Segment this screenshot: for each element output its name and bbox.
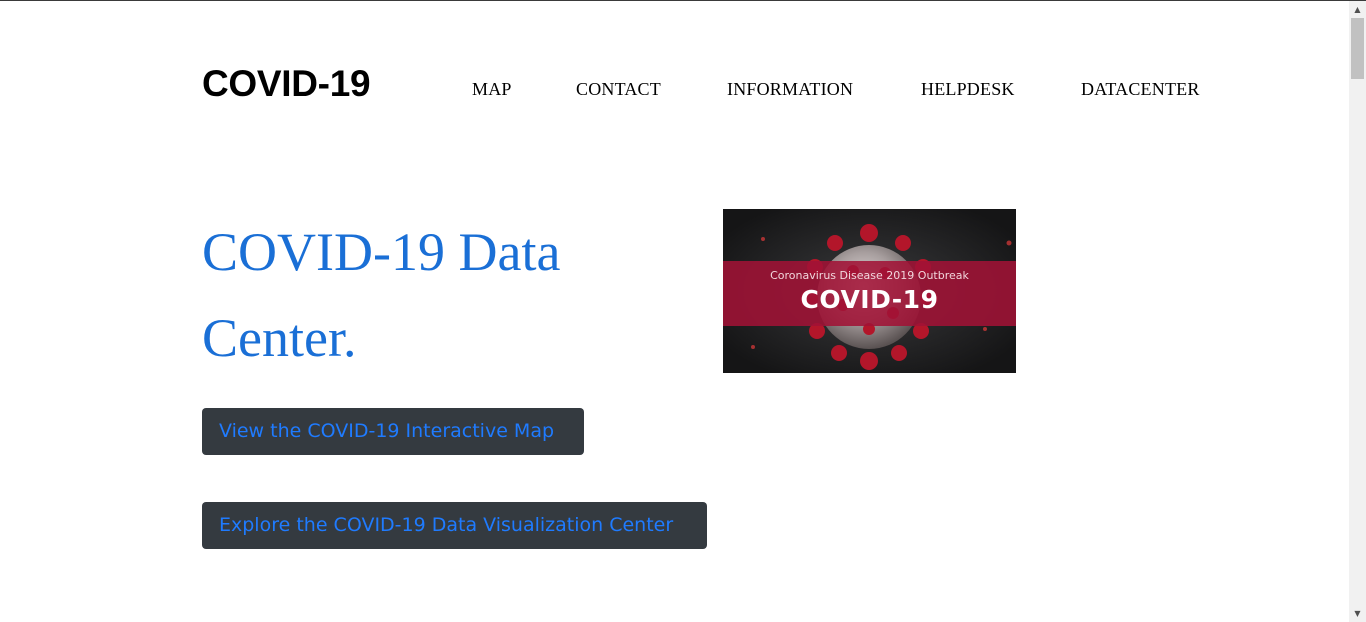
page-title: COVID-19 Data Center. — [202, 222, 561, 368]
nav-link-datacenter[interactable]: DATACENTER — [1081, 79, 1200, 100]
scroll-down-arrow-icon[interactable]: ▼ — [1349, 605, 1366, 622]
page: COVID-19 MAP CONTACT INFORMATION HELPDES… — [0, 1, 1349, 622]
scrollbar-thumb[interactable] — [1351, 18, 1364, 79]
nav-link-helpdesk[interactable]: HELPDESK — [921, 79, 1015, 100]
view-interactive-map-button[interactable]: View the COVID-19 Interactive Map — [202, 408, 584, 455]
site-logo[interactable]: COVID-19 — [202, 63, 371, 105]
scroll-up-arrow-icon[interactable]: ▲ — [1349, 1, 1366, 18]
banner-title: COVID-19 — [800, 285, 939, 314]
explore-data-visualization-button[interactable]: Explore the COVID-19 Data Visualization … — [202, 502, 707, 549]
vertical-scrollbar[interactable]: ▲ ▼ — [1349, 1, 1366, 622]
banner-subtitle: Coronavirus Disease 2019 Outbreak — [770, 269, 969, 282]
covid-banner-image: Coronavirus Disease 2019 Outbreak COVID-… — [723, 209, 1016, 373]
nav-link-map[interactable]: MAP — [472, 79, 512, 100]
nav-link-contact[interactable]: CONTACT — [576, 79, 661, 100]
nav-link-information[interactable]: INFORMATION — [727, 79, 853, 100]
